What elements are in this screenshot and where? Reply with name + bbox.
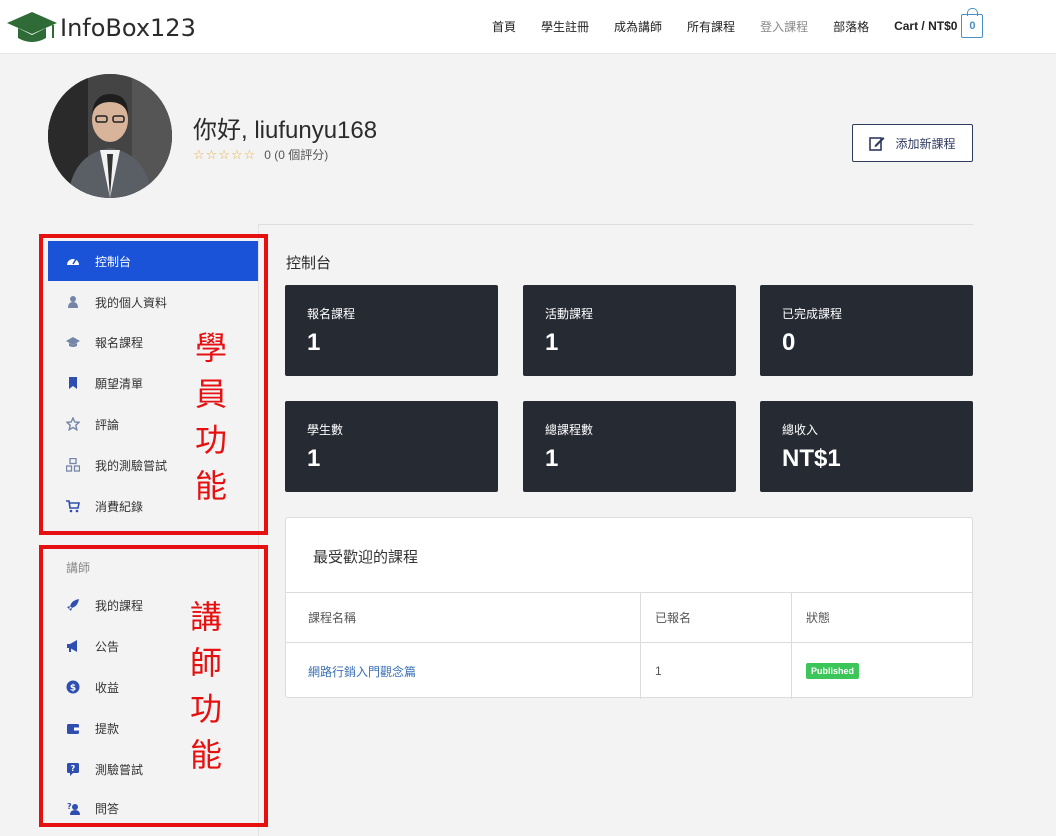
site-logo[interactable]: InfoBox123 (6, 8, 204, 48)
stat-card-students: 學生數 1 (285, 401, 498, 492)
status-badge: Published (806, 663, 860, 679)
annotation-char: 講 (189, 598, 222, 636)
cart-bag-icon: 0 (961, 8, 984, 38)
annotation-char: 能 (189, 736, 222, 774)
column-header-enrolled: 已報名 (641, 593, 792, 642)
add-course-button[interactable]: 添加新課程 (852, 124, 973, 162)
logo-text: InfoBox123 (60, 14, 196, 42)
stat-value: 0 (782, 329, 796, 356)
table-row: 網路行銷入門觀念篇 1 Published (286, 642, 972, 699)
stat-card-total-courses: 總課程數 1 (523, 401, 736, 492)
status-cell: Published (792, 643, 972, 699)
stat-value: NT$1 (782, 445, 841, 472)
column-header-course-name: 課程名稱 (286, 593, 641, 642)
annotation-char: 學 (194, 329, 227, 367)
stat-label: 總收入 (782, 423, 819, 437)
stat-label: 已完成課程 (782, 307, 843, 321)
table-header-row: 課程名稱 已報名 狀態 (286, 593, 972, 642)
nav-become-instructor[interactable]: 成為講師 (614, 18, 662, 35)
nav-blog[interactable]: 部落格 (833, 18, 869, 35)
avatar (48, 74, 172, 198)
rating-stars-icon: ☆☆☆☆☆ (193, 146, 257, 162)
divider (258, 224, 973, 225)
course-name-cell: 網路行銷入門觀念篇 (286, 643, 641, 699)
greeting: 你好, liufunyu168 (193, 117, 378, 144)
popular-courses-table: 課程名稱 已報名 狀態 網路行銷入門觀念篇 1 Published (286, 592, 972, 699)
popular-courses-title: 最受歡迎的課程 (313, 549, 419, 566)
site-header: InfoBox123 首頁 學生註冊 成為講師 所有課程 登入課程 部落格 Ca… (0, 0, 1056, 54)
stat-label: 活動課程 (545, 307, 594, 321)
stat-label: 報名課程 (307, 307, 356, 321)
enrolled-count: 1 (641, 643, 792, 699)
stat-card-total-earnings: 總收入 NT$1 (760, 401, 973, 492)
nav-home[interactable]: 首頁 (492, 18, 516, 35)
stat-value: 1 (307, 445, 321, 472)
course-link[interactable]: 網路行銷入門觀念篇 (308, 663, 416, 680)
annotation-char: 功 (189, 690, 222, 728)
stat-card-completed: 已完成課程 0 (760, 285, 973, 376)
instructor-functions-highlight (39, 545, 268, 827)
cart-label: Cart / NT$0 (894, 19, 958, 33)
student-functions-annotation: 學 員 功 能 (191, 325, 231, 509)
main-nav: 首頁 學生註冊 成為講師 所有課程 登入課程 部落格 Cart / NT$0 0 (492, 8, 984, 38)
stat-label: 學生數 (307, 423, 344, 437)
stat-card-enrolled: 報名課程 1 (285, 285, 498, 376)
instructor-functions-annotation: 講 師 功 能 (186, 594, 226, 778)
stat-card-active: 活動課程 1 (523, 285, 736, 376)
nav-student-register[interactable]: 學生註冊 (541, 18, 589, 35)
annotation-char: 師 (189, 644, 222, 682)
nav-all-courses[interactable]: 所有課程 (687, 18, 735, 35)
stat-value: 1 (545, 445, 559, 472)
rating-text: 0 (0 個評分) (264, 148, 329, 162)
column-header-status: 狀態 (806, 611, 831, 625)
stat-label: 總課程數 (545, 423, 594, 437)
cart-count: 0 (969, 20, 976, 32)
edit-icon (869, 137, 885, 151)
graduation-cap-logo-icon (7, 12, 57, 42)
nav-login-courses[interactable]: 登入課程 (760, 18, 808, 35)
annotation-char: 能 (194, 467, 227, 505)
annotation-char: 員 (194, 375, 227, 413)
cart-link[interactable]: Cart / NT$0 0 (894, 8, 984, 38)
annotation-char: 功 (194, 421, 227, 459)
page-title: 控制台 (286, 255, 332, 272)
stat-value: 1 (545, 329, 559, 356)
popular-courses-panel: 最受歡迎的課程 課程名稱 已報名 狀態 網路行銷入門觀念篇 1 Publishe… (285, 517, 973, 699)
add-course-label: 添加新課程 (895, 136, 956, 151)
student-functions-highlight (39, 234, 268, 535)
rating: ☆☆☆☆☆ 0 (0 個評分) (193, 146, 328, 163)
avatar-photo (48, 74, 172, 198)
stat-value: 1 (307, 329, 321, 356)
